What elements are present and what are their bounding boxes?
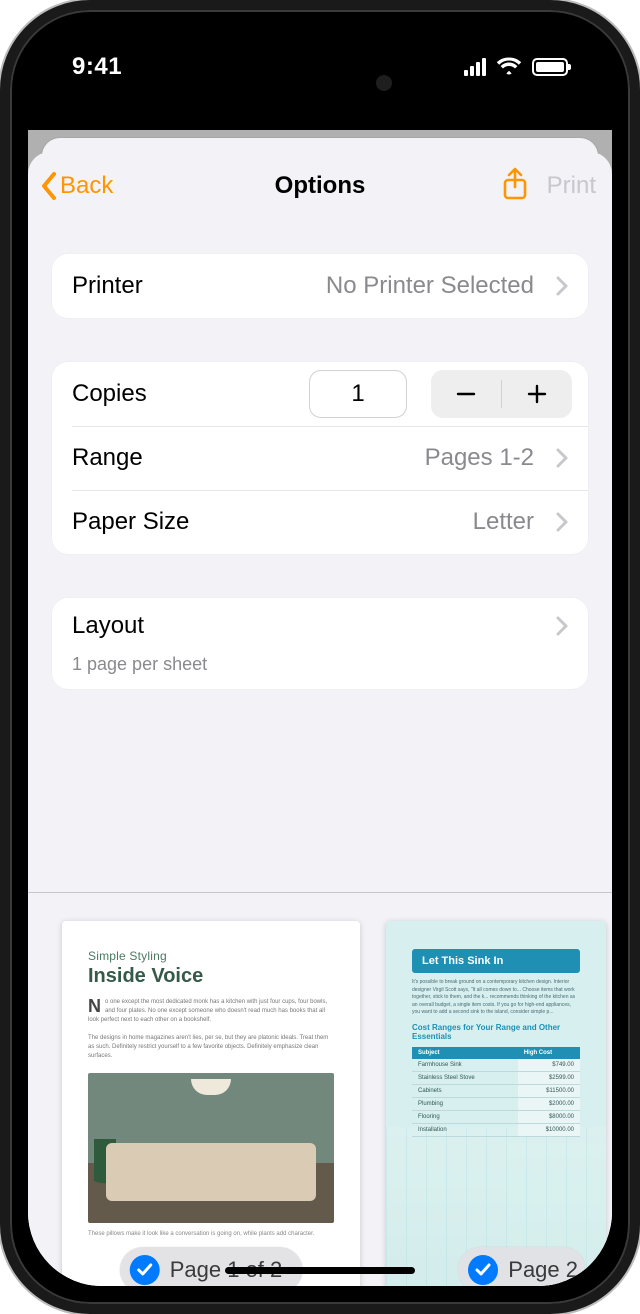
layout-label: Layout [72, 612, 144, 640]
layout-group: Layout 1 page per sheet [52, 598, 588, 689]
copies-row: Copies 1 [52, 362, 588, 426]
copies-label: Copies [72, 380, 147, 408]
status-time: 9:41 [72, 53, 122, 81]
back-label: Back [60, 172, 113, 200]
chevron-right-icon [556, 616, 568, 636]
device-frame: 9:41 Back Options [0, 0, 640, 1314]
wifi-icon [496, 57, 522, 77]
cellular-icon [464, 58, 486, 76]
copies-increment-button[interactable] [502, 370, 572, 418]
range-label: Range [72, 444, 143, 472]
print-options-sheet: Back Options Print [28, 152, 612, 1286]
thumb-image [88, 1073, 334, 1223]
chevron-right-icon [556, 448, 568, 468]
chevron-right-icon [556, 512, 568, 532]
checkmark-icon [130, 1255, 160, 1285]
paper-size-label: Paper Size [72, 508, 189, 536]
print-button[interactable]: Print [545, 166, 600, 206]
thumb-caption: These pillows make it look like a conver… [88, 1231, 334, 1237]
paper-size-row[interactable]: Paper Size Letter [52, 490, 588, 554]
home-indicator[interactable] [225, 1267, 415, 1274]
share-button[interactable] [495, 161, 535, 212]
page-preview-strip[interactable]: Simple Styling Inside Voice No one excep… [28, 892, 612, 1286]
page-thumbnail-2[interactable]: Let This Sink In It's possible to break … [386, 921, 606, 1286]
page-badge-2[interactable]: Page 2 [458, 1247, 586, 1286]
printer-row[interactable]: Printer No Printer Selected [52, 254, 588, 318]
layout-row[interactable]: Layout 1 page per sheet [52, 598, 588, 689]
layout-sub: 1 page per sheet [72, 654, 568, 675]
paper-size-value: Letter [473, 508, 534, 536]
nav-bar: Back Options Print [28, 152, 612, 220]
thumb2-table: Subject High Cost Farmhouse Sink$749.00 … [412, 1047, 580, 1137]
dynamic-island [230, 58, 410, 108]
minus-icon [455, 383, 477, 405]
thumb-body: No one except the most dedicated monk ha… [88, 998, 334, 1061]
copies-field[interactable]: 1 [309, 370, 407, 418]
copies-stepper [431, 370, 572, 418]
plus-icon [526, 383, 548, 405]
thumb-eyebrow: Simple Styling [88, 949, 334, 963]
thumb-title: Inside Voice [88, 965, 334, 988]
thumb2-body: It's possible to break ground on a conte… [412, 979, 580, 1017]
battery-icon [532, 58, 568, 76]
page-badge-label: Page 2 [508, 1257, 578, 1283]
thumb2-headline: Let This Sink In [412, 949, 580, 973]
share-icon [501, 167, 529, 201]
copies-decrement-button[interactable] [431, 370, 501, 418]
chevron-left-icon [40, 171, 58, 201]
range-row[interactable]: Range Pages 1-2 [52, 426, 588, 490]
screen: 9:41 Back Options [28, 28, 612, 1286]
print-settings-group: Copies 1 [52, 362, 588, 554]
chevron-right-icon [556, 276, 568, 296]
page-thumbnail-1[interactable]: Simple Styling Inside Voice No one excep… [62, 921, 360, 1286]
range-value: Pages 1-2 [425, 444, 534, 472]
checkmark-icon [468, 1255, 498, 1285]
printer-group: Printer No Printer Selected [52, 254, 588, 318]
thumb2-subhead: Cost Ranges for Your Range and Other Ess… [412, 1023, 580, 1041]
printer-value: No Printer Selected [326, 272, 534, 300]
printer-label: Printer [72, 272, 143, 300]
back-button[interactable]: Back [34, 165, 119, 207]
